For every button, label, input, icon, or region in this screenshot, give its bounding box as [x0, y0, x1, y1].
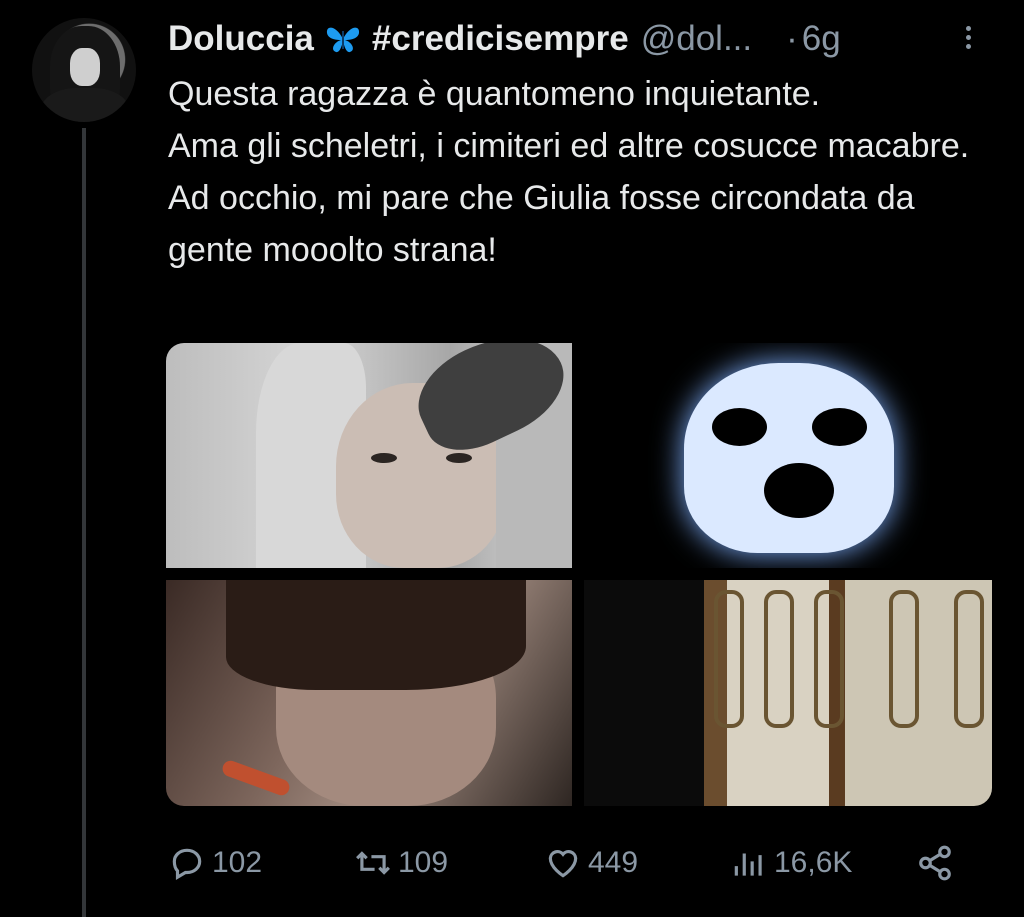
- tweet-header: Doluccia #credicisempre @dol... · 6g: [168, 16, 841, 62]
- like-button[interactable]: 449: [544, 838, 638, 888]
- tweet-text-line: Ama gli scheletri, i cimiteri ed altre c…: [168, 127, 970, 165]
- repost-icon: [356, 851, 390, 875]
- like-count: 449: [588, 846, 639, 879]
- thread-line: [82, 128, 86, 917]
- butterfly-emoji-icon: [326, 27, 359, 53]
- tweet-text-line: Questa ragazza è quantomeno inquietante.: [168, 75, 821, 113]
- author-hashtag[interactable]: #credicisempre: [372, 19, 629, 59]
- reply-button[interactable]: 102: [168, 838, 262, 888]
- share-button[interactable]: [916, 838, 960, 888]
- heart-icon: [548, 850, 578, 878]
- views-button[interactable]: 16,6K: [730, 838, 852, 888]
- reply-count: 102: [212, 846, 263, 879]
- photo-4[interactable]: [584, 580, 992, 806]
- more-options-icon[interactable]: [962, 22, 974, 58]
- view-count: 16,6K: [774, 846, 853, 879]
- reply-icon: [172, 848, 202, 881]
- views-chart-icon: [734, 853, 762, 876]
- tweet-text: Questa ragazza è quantomeno inquietante.…: [168, 68, 988, 276]
- avatar-face: [70, 48, 100, 86]
- photo-3[interactable]: [166, 580, 572, 806]
- photo-1[interactable]: [166, 343, 572, 568]
- cigarette-figure: [220, 758, 292, 798]
- media-grid: [166, 343, 992, 806]
- repost-count: 109: [398, 846, 449, 879]
- tweet-timestamp[interactable]: 6g: [802, 19, 841, 59]
- author-handle[interactable]: @dol...: [641, 19, 752, 59]
- tweet-text-line: Ad occhio, mi pare che Giulia fosse circ…: [168, 179, 915, 269]
- share-icon: [919, 845, 951, 881]
- header-separator: ·: [786, 19, 798, 58]
- repost-button[interactable]: 109: [354, 838, 448, 888]
- action-bar: 102 109 449 16,6K: [168, 838, 968, 888]
- avatar-body: [40, 88, 130, 122]
- author-avatar[interactable]: [32, 18, 136, 122]
- photo-2[interactable]: [584, 343, 992, 568]
- author-name[interactable]: Doluccia: [168, 19, 314, 59]
